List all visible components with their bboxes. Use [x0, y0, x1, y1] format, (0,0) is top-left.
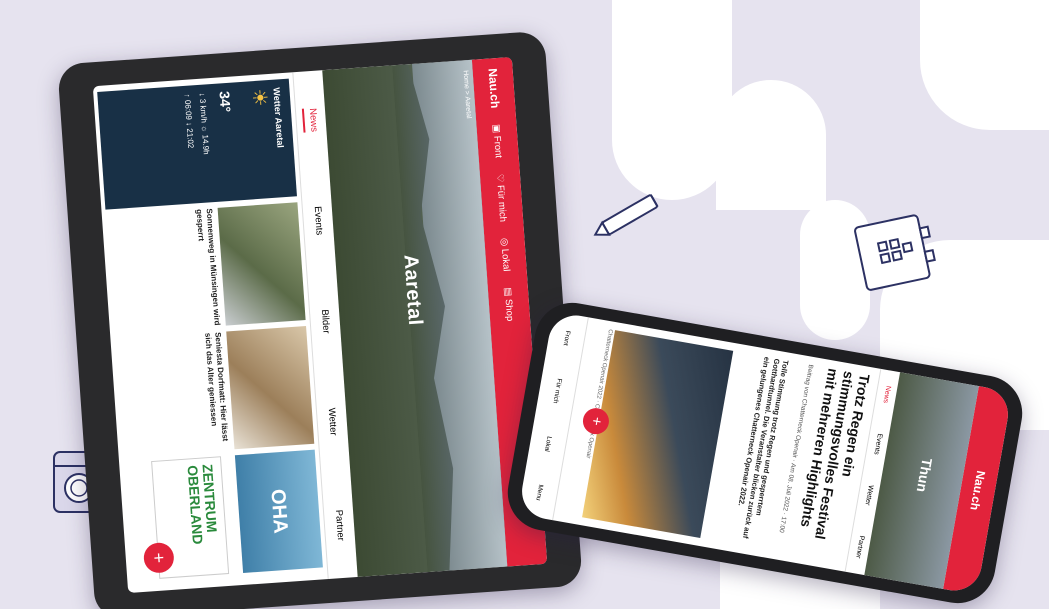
- weather-sunshine-value: 14.9h: [200, 134, 211, 155]
- weather-wind: ↓ 3 km/h ☼ 14.9h: [197, 92, 211, 155]
- phone-tab-wetter[interactable]: Wetter: [864, 484, 874, 505]
- article-card[interactable]: Sonnenweg in Münsingen wird gesperrt: [106, 202, 306, 333]
- tab-partner[interactable]: Partner: [333, 509, 346, 541]
- phone-logo[interactable]: Nau.ch: [967, 470, 988, 512]
- cloud-shape: [612, 0, 732, 200]
- weather-sun-times: ↑ 06:09 ↓ 21:02: [182, 93, 196, 149]
- tablet-device: Nau.ch ▣ Front ♡ Für mich ◎ Lokal ▤ Shop…: [57, 30, 583, 609]
- phone-tab-events[interactable]: Events: [872, 433, 883, 455]
- article-title: Sonnenweg in Münsingen wird gesperrt: [195, 208, 222, 326]
- pencil-icon: [593, 194, 659, 236]
- bottom-nav-lokal[interactable]: Lokal: [543, 436, 553, 453]
- content-cards: Wetter Aaretal ☀ 34° ↓ 3 km/h ☼ 14.9h ↑ …: [97, 78, 323, 587]
- nav-fuer-mich[interactable]: ♡ Für mich: [494, 174, 508, 223]
- promo-image: OHA: [234, 449, 323, 573]
- weather-temp: 34°: [216, 90, 234, 113]
- article-image: [217, 202, 306, 326]
- nav-shop-label: Shop: [503, 298, 516, 322]
- bottom-nav-front[interactable]: Front: [562, 330, 572, 346]
- sunset-value: 21:02: [184, 128, 196, 149]
- cloud-shape: [920, 0, 1049, 130]
- sunrise-value: 06:09: [182, 99, 194, 121]
- article-card[interactable]: Seniesta Dorfmatt: Hier lässt sich das A…: [115, 325, 315, 457]
- nav-shop[interactable]: ▤ Shop: [502, 287, 515, 321]
- tab-events[interactable]: Events: [312, 206, 325, 236]
- promo-text: OHA: [266, 488, 292, 535]
- phone-tab-partner[interactable]: Partner: [854, 535, 865, 559]
- promo-stage: Nau.ch ▣ Front ♡ Für mich ◎ Lokal ▤ Shop…: [0, 0, 1049, 609]
- calendar-icon: [854, 214, 936, 291]
- phone-tab-news[interactable]: News: [882, 385, 892, 403]
- bottom-nav-menu[interactable]: Menu: [534, 484, 544, 501]
- tablet-screen: Nau.ch ▣ Front ♡ Für mich ◎ Lokal ▤ Shop…: [92, 56, 548, 594]
- tab-wetter[interactable]: Wetter: [326, 407, 339, 436]
- tablet-app: Nau.ch ▣ Front ♡ Für mich ◎ Lokal ▤ Shop…: [93, 56, 548, 593]
- weather-card[interactable]: Wetter Aaretal ☀ 34° ↓ 3 km/h ☼ 14.9h ↑ …: [97, 78, 297, 210]
- hero-title: Aaretal: [399, 253, 427, 327]
- weather-wind-value: 3 km/h: [197, 98, 209, 124]
- nav-front-label: Front: [491, 135, 505, 159]
- cloud-shape: [716, 80, 826, 210]
- nau-logo[interactable]: Nau.ch: [486, 68, 503, 109]
- bottom-nav-fuer-mich[interactable]: Für mich: [551, 378, 562, 404]
- nav-lokal-label: Lokal: [499, 248, 513, 272]
- article-title: Seniesta Dorfmatt: Hier lässt sich das A…: [203, 331, 230, 442]
- phone-hero-title: Thun: [913, 456, 936, 494]
- tab-bilder[interactable]: Bilder: [319, 309, 332, 334]
- nav-lokal[interactable]: ◎ Lokal: [499, 237, 512, 271]
- article-image: [226, 325, 315, 450]
- nav-front[interactable]: ▣ Front: [491, 124, 504, 158]
- tab-news[interactable]: News: [302, 107, 321, 133]
- nav-fuer-mich-label: Für mich: [495, 184, 509, 223]
